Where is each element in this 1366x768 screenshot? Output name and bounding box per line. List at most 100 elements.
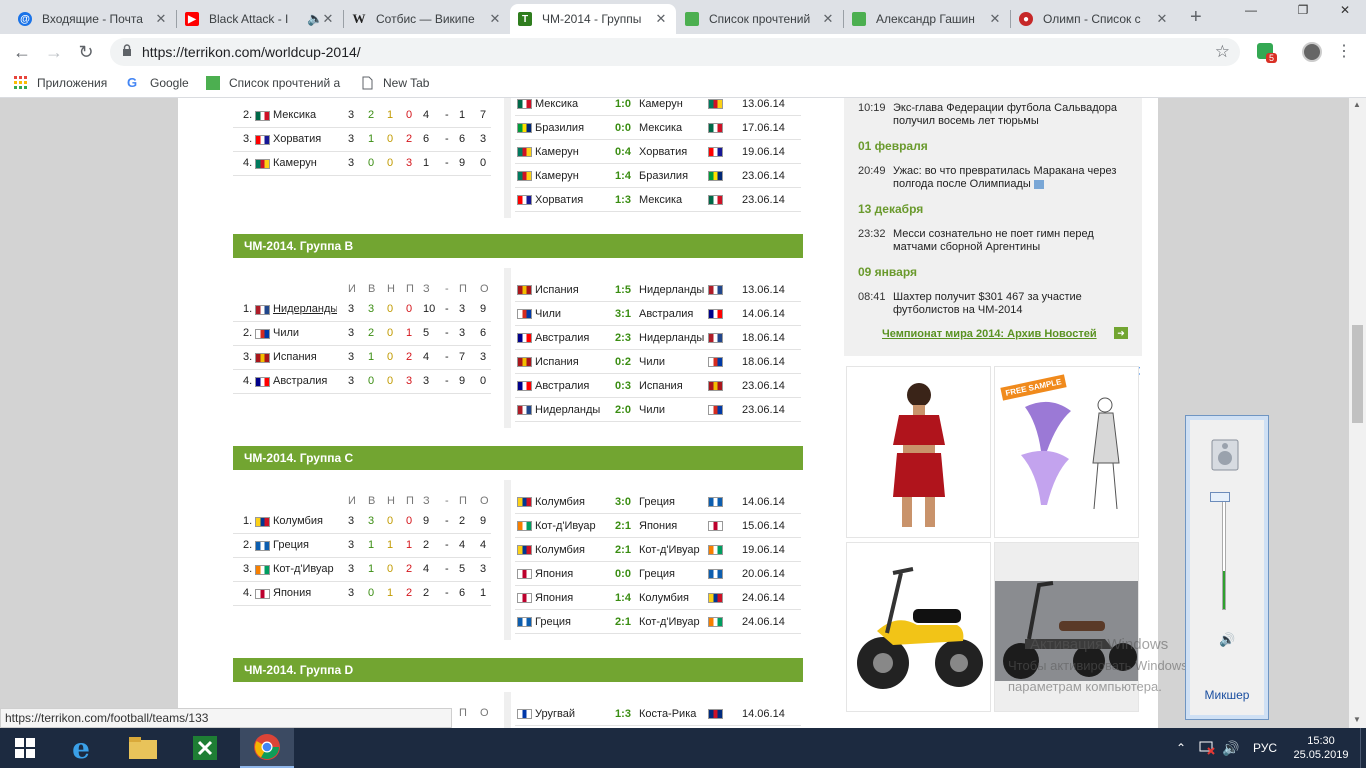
team-name[interactable]: Колумбия: [273, 515, 337, 527]
bookmark-google[interactable]: G Google: [127, 76, 189, 91]
away-team[interactable]: Греция: [639, 568, 711, 580]
match-score[interactable]: 1:3: [613, 194, 633, 206]
team-name[interactable]: Япония: [273, 587, 337, 599]
match-score[interactable]: 0:0: [613, 122, 633, 134]
speaker-icon[interactable]: 🔊: [1219, 632, 1235, 648]
home-team[interactable]: Колумбия: [535, 544, 613, 556]
home-team[interactable]: Япония: [535, 568, 613, 580]
match-score[interactable]: 2:1: [613, 544, 633, 556]
tab-mail[interactable]: @ Входящие - Почта ✕: [10, 4, 176, 34]
match-row[interactable]: Камерун 1:4 Бразилия 23.06.14: [515, 164, 801, 188]
tab-reading-list[interactable]: Список прочтений ✕: [677, 4, 843, 34]
page-scrollbar[interactable]: ▲ ▼: [1349, 98, 1366, 728]
close-icon[interactable]: ✕: [488, 11, 502, 27]
away-team[interactable]: Бразилия: [639, 170, 711, 182]
volume-slider-track[interactable]: [1222, 498, 1226, 610]
profile-avatar[interactable]: [1302, 42, 1322, 62]
arrow-right-icon[interactable]: ➜: [1114, 327, 1128, 339]
news-archive-link[interactable]: Чемпионат мира 2014: Архив Новостей: [882, 328, 1097, 340]
forward-icon[interactable]: →: [44, 42, 64, 63]
match-score[interactable]: 0:2: [613, 356, 633, 368]
close-icon[interactable]: ✕: [988, 11, 1002, 27]
match-row[interactable]: Испания 1:5 Нидерланды 13.06.14: [515, 278, 801, 302]
bookmark-reading-list[interactable]: Список прочтений a: [206, 76, 340, 90]
away-team[interactable]: Испания: [639, 380, 711, 392]
mixer-link[interactable]: Микшер: [1190, 688, 1264, 702]
match-row[interactable]: Хорватия 1:3 Мексика 23.06.14: [515, 188, 801, 212]
match-row[interactable]: Колумбия 3:0 Греция 14.06.14: [515, 490, 801, 514]
team-name[interactable]: Хорватия: [273, 133, 337, 145]
volume-slider-thumb[interactable]: [1210, 492, 1230, 502]
close-icon[interactable]: ✕: [154, 11, 168, 27]
standings-row[interactable]: 4. Австралия 3 0 0 3 3-9 0: [233, 370, 491, 394]
home-team[interactable]: Чили: [535, 308, 613, 320]
match-score[interactable]: 2:1: [613, 520, 633, 532]
match-row[interactable]: Япония 1:4 Колумбия 24.06.14: [515, 586, 801, 610]
bookmark-apps[interactable]: Приложения: [14, 76, 107, 90]
url-text[interactable]: https://terrikon.com/worldcup-2014/: [142, 44, 361, 60]
team-name[interactable]: Камерун: [273, 157, 337, 169]
team-name[interactable]: Кот-д'Ивуар: [273, 563, 337, 575]
away-team[interactable]: Мексика: [639, 194, 711, 206]
match-score[interactable]: 0:4: [613, 146, 633, 158]
match-row[interactable]: Мексика 1:0 Камерун 13.06.14: [515, 98, 801, 116]
away-team[interactable]: Япония: [639, 520, 711, 532]
match-row[interactable]: Чили 3:1 Австралия 14.06.14: [515, 302, 801, 326]
start-button[interactable]: [0, 728, 50, 768]
match-score[interactable]: 0:3: [613, 380, 633, 392]
match-score[interactable]: 1:4: [613, 592, 633, 604]
match-row[interactable]: Нидерланды 2:0 Чили 23.06.14: [515, 398, 801, 422]
match-row[interactable]: Бразилия 0:0 Мексика 17.06.14: [515, 116, 801, 140]
tab-olimp[interactable]: ● Олимп - Список с ✕: [1011, 4, 1177, 34]
close-icon[interactable]: ✕: [1155, 11, 1169, 27]
tab-worldcup[interactable]: T ЧМ-2014 - Группы ✕: [510, 4, 676, 34]
network-icon[interactable]: [1198, 728, 1216, 768]
home-team[interactable]: Камерун: [535, 170, 613, 182]
standings-row[interactable]: 1. Колумбия 3 3 0 0 9-2 9: [233, 510, 491, 534]
away-team[interactable]: Мексика: [639, 122, 711, 134]
home-team[interactable]: Испания: [535, 284, 613, 296]
address-bar[interactable]: https://terrikon.com/worldcup-2014/ ☆: [110, 38, 1240, 66]
home-team[interactable]: Испания: [535, 356, 613, 368]
group-c-header[interactable]: ЧМ-2014. Группа C: [233, 446, 803, 470]
back-icon[interactable]: ←: [12, 42, 32, 63]
match-row[interactable]: Кот-д'Ивуар 2:1 Япония 15.06.14: [515, 514, 801, 538]
away-team[interactable]: Греция: [639, 496, 711, 508]
away-team[interactable]: Колумбия: [639, 592, 711, 604]
home-team[interactable]: Австралия: [535, 332, 613, 344]
away-team[interactable]: Кот-д'Ивуар: [639, 616, 711, 628]
home-team[interactable]: Мексика: [535, 98, 613, 110]
minimize-icon[interactable]: —: [1228, 0, 1274, 22]
home-team[interactable]: Япония: [535, 592, 613, 604]
home-team[interactable]: Австралия: [535, 380, 613, 392]
match-score[interactable]: 1:5: [613, 284, 633, 296]
home-team[interactable]: Хорватия: [535, 194, 613, 206]
home-team[interactable]: Колумбия: [535, 496, 613, 508]
home-team[interactable]: Бразилия: [535, 122, 613, 134]
chrome-taskbar-icon[interactable]: [240, 728, 294, 768]
bookmark-star-icon[interactable]: ☆: [1215, 42, 1230, 62]
news-text[interactable]: Ужас: во что превратилась Маракана через…: [893, 165, 1133, 191]
team-name[interactable]: Австралия: [273, 375, 337, 387]
ad-dress[interactable]: [846, 366, 991, 538]
away-team[interactable]: Коста-Рика: [639, 708, 711, 720]
news-text[interactable]: Месси сознательно не поет гимн перед мат…: [893, 228, 1133, 254]
match-score[interactable]: 2:3: [613, 332, 633, 344]
match-row[interactable]: Япония 0:0 Греция 20.06.14: [515, 562, 801, 586]
away-team[interactable]: Камерун: [639, 98, 711, 110]
scrollbar-thumb[interactable]: [1352, 325, 1363, 423]
match-row[interactable]: Австралия 0:3 Испания 23.06.14: [515, 374, 801, 398]
team-name[interactable]: Испания: [273, 351, 337, 363]
match-row[interactable]: Камерун 0:4 Хорватия 19.06.14: [515, 140, 801, 164]
home-team[interactable]: Камерун: [535, 146, 613, 158]
away-team[interactable]: Кот-д'Ивуар: [639, 544, 711, 556]
away-team[interactable]: Нидерланды: [639, 284, 711, 296]
home-team[interactable]: Уругвай: [535, 708, 613, 720]
close-icon[interactable]: ✕: [654, 11, 668, 27]
volume-tray-icon[interactable]: 🔊: [1222, 728, 1239, 768]
away-team[interactable]: Нидерланды: [639, 332, 711, 344]
menu-kebab-icon[interactable]: ⋮: [1336, 41, 1352, 61]
speaker-icon[interactable]: 🔈: [307, 11, 323, 27]
standings-row[interactable]: 2. Чили 3 2 0 1 5-3 6: [233, 322, 491, 346]
match-score[interactable]: 0:0: [613, 568, 633, 580]
